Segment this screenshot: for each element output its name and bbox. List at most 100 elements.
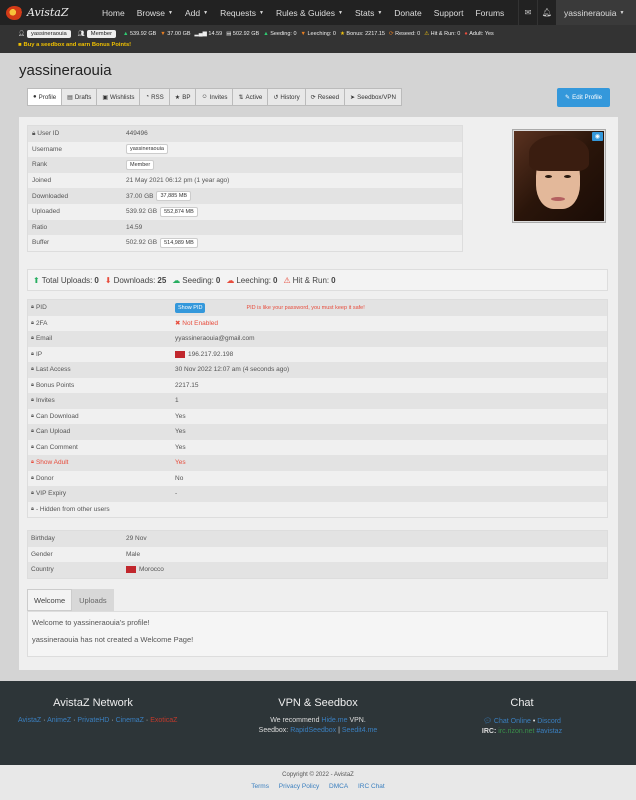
lock-icon: 🔒︎: [31, 443, 34, 450]
table-row: Rank Member: [28, 157, 462, 173]
link-irc-chat[interactable]: IRC Chat: [358, 783, 385, 790]
ip-value: 196.217.92.198: [188, 350, 234, 358]
bottom-bar: Copyright © 2022 - AvistaZ Terms Privacy…: [0, 765, 636, 800]
status-reseed[interactable]: ⟳ Reseed: 0: [389, 31, 420, 37]
gender-value: Male: [126, 550, 141, 558]
camera-icon[interactable]: ◉: [592, 132, 603, 141]
table-row: 🔒︎ Can Comment Yes: [28, 439, 607, 455]
downloads-stat[interactable]: ⬇ Downloads: 25: [105, 276, 166, 285]
bell-icon[interactable]: 🔔︎: [537, 0, 556, 25]
nav-browse[interactable]: Browse ▼: [131, 0, 179, 25]
page-title: yassineraouia: [19, 62, 112, 79]
table-row: Username yassineraouia: [28, 141, 462, 158]
upload-icon: ⬆: [33, 275, 40, 285]
invites-value: 1: [175, 397, 179, 405]
link-privatehd[interactable]: PrivateHD: [77, 717, 109, 724]
avatar[interactable]: ◉: [512, 129, 606, 223]
download-cloud-icon: ▼: [300, 31, 306, 37]
link-dmca[interactable]: DMCA: [329, 783, 348, 790]
link-cinemaz[interactable]: CinemaZ: [116, 717, 144, 724]
email-value: yyassineraouia@gmail.com: [175, 335, 255, 343]
uploaded-value: 539.92 GB: [126, 208, 158, 216]
table-row: 🔒︎ Show Adult Yes: [28, 455, 607, 471]
username-badge: yassineraouia: [126, 144, 168, 155]
link-seedit4me[interactable]: Seedit4.me: [342, 727, 377, 734]
status-bonus[interactable]: ★ Bonus: 2217.15: [340, 31, 385, 37]
lock-icon: 🔒︎: [31, 350, 34, 357]
nav-requests[interactable]: Requests ▼: [214, 0, 270, 25]
tab-seedbox-vpn[interactable]: ➤ Seedbox/VPN: [344, 88, 402, 106]
tab-profile[interactable]: ● Profile: [27, 88, 63, 106]
brand[interactable]: AvistaZ: [0, 3, 96, 23]
caret-down-icon: ▼: [338, 9, 343, 16]
reseed-icon: ⟳: [310, 94, 316, 101]
chat-online-link[interactable]: 💬︎ Chat Online: [483, 718, 531, 725]
link-rapidseedbox[interactable]: RapidSeedbox: [290, 727, 336, 734]
vip-expiry-value: -: [175, 490, 178, 498]
nav-home[interactable]: Home: [96, 0, 131, 25]
caret-down-icon: ▼: [377, 9, 383, 16]
upload-cloud-icon: ▲: [263, 31, 269, 37]
flag-icon: [126, 566, 136, 574]
link-animez[interactable]: AnimeZ: [47, 717, 71, 724]
nav-rules-guides[interactable]: Rules & Guides ▼: [270, 0, 349, 25]
lock-icon: 🔒︎: [31, 428, 34, 435]
country-value: Morocco: [139, 566, 164, 574]
table-row: Buffer 502.92 GB 514,989 MB: [28, 235, 462, 251]
tab-reseed[interactable]: ⟳ Reseed: [304, 88, 346, 106]
lock-icon: 🔒︎: [31, 366, 34, 373]
seedbox-promo-link[interactable]: ■ Buy a seedbox and earn Bonus Points!: [18, 40, 630, 50]
star-icon: ★: [174, 94, 181, 101]
user-menu[interactable]: yassineraouia ▼: [556, 0, 636, 25]
tab-rss[interactable]: ◔ RSS: [139, 88, 170, 106]
tab-drafts[interactable]: ▤ Drafts: [61, 88, 98, 106]
link-avistaz[interactable]: AvistaZ: [18, 717, 41, 724]
status-user[interactable]: 👤︎ yassineraouia: [18, 30, 74, 38]
discord-link[interactable]: Discord: [537, 718, 561, 725]
link-hideme[interactable]: Hide.me: [321, 717, 347, 724]
seeding-stat[interactable]: ☁ Seeding: 0: [172, 276, 220, 285]
irc-channel-link[interactable]: #avistaz: [536, 728, 562, 735]
torrent-stats-bar: ⬆ Total Uploads: 0 ⬇ Downloads: 25 ☁ Seeding:…: [27, 269, 608, 291]
status-seeding: ▲ Seeding: 0: [263, 31, 297, 37]
history-icon: ↺: [273, 94, 279, 101]
avatar-image: [514, 131, 604, 221]
tab-wishlists[interactable]: ▣ Wishlists: [96, 88, 141, 106]
tab-history[interactable]: ↺ History: [267, 88, 306, 106]
tab-bp[interactable]: ★ BP: [168, 88, 197, 106]
status-downloaded: ▼ 37.00 GB: [160, 31, 191, 37]
hnr-stat[interactable]: ⚠ Hit & Run: 0: [283, 276, 335, 285]
link-terms[interactable]: Terms: [251, 783, 269, 790]
table-row: 🔒︎ Donor No: [28, 470, 607, 486]
envelope-icon[interactable]: ✉: [518, 0, 537, 25]
edit-profile-button[interactable]: ✎ Edit Profile: [557, 88, 610, 107]
footer-vpn: VPN & Seedbox We recommend Hide.me VPN. …: [238, 697, 398, 737]
lock-icon: 🔒︎: [31, 474, 34, 481]
flag-icon: [175, 350, 185, 358]
show-pid-button[interactable]: Show PID: [175, 302, 206, 313]
total-uploads-stat[interactable]: ⬆ Total Uploads: 0: [33, 276, 99, 285]
nav-stats[interactable]: Stats ▼: [349, 0, 388, 25]
top-navbar: AvistaZ Home Browse ▼ Add ▼ Requests ▼ Rule…: [0, 0, 636, 25]
status-hnr[interactable]: ⚠ Hit & Run: 0: [424, 31, 460, 37]
nav-donate[interactable]: Donate: [388, 0, 427, 25]
leeching-stat[interactable]: ☁ Leeching: 0: [226, 276, 277, 285]
tab-welcome[interactable]: Welcome: [27, 589, 73, 611]
nav-support[interactable]: Support: [428, 0, 470, 25]
lock-icon: 🔒︎: [31, 319, 34, 326]
table-row: Gender Male: [28, 546, 607, 562]
arrow-up-icon: ▲: [123, 31, 129, 37]
irc-server-link[interactable]: irc.rizon.net: [498, 728, 534, 735]
tab-uploads[interactable]: Uploads: [72, 589, 114, 611]
public-info-table: Birthday 29 Nov Gender Male Country Morocco: [27, 530, 608, 579]
link-privacy-policy[interactable]: Privacy Policy: [279, 783, 319, 790]
tab-active[interactable]: ⇅ Active: [232, 88, 269, 106]
donor-value: No: [175, 474, 184, 482]
nav-add[interactable]: Add ▼: [179, 0, 214, 25]
tab-invites[interactable]: ☺ Invites: [195, 88, 234, 106]
nav-forums[interactable]: Forums: [469, 0, 510, 25]
x-icon: ✖: [175, 320, 181, 328]
table-row: Downloaded 37.00 GB 37,885 MB: [28, 188, 462, 204]
link-exoticaz[interactable]: ExoticaZ: [150, 717, 177, 724]
arrow-down-icon: ▼: [160, 31, 166, 37]
